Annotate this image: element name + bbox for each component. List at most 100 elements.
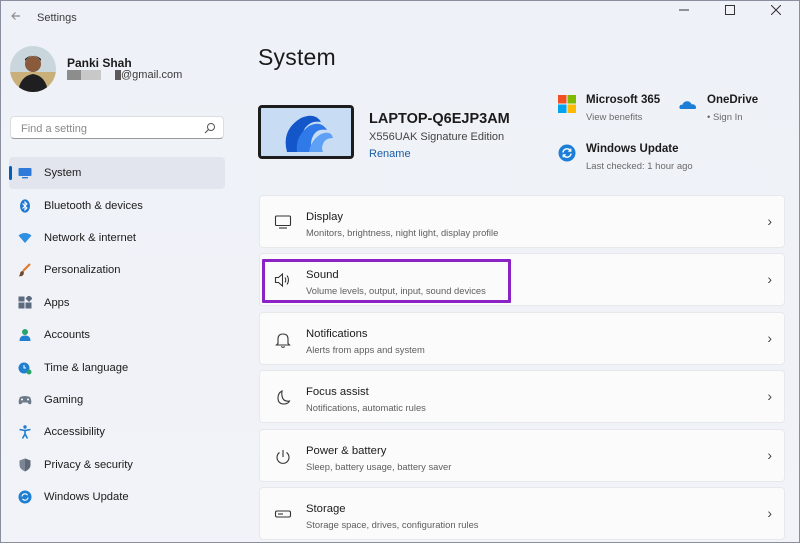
search-icon[interactable] [204, 121, 216, 134]
accessibility-icon [18, 425, 32, 440]
sidebar-item-label: Gaming [44, 393, 84, 406]
privacy-icon [18, 458, 32, 472]
card-title: Focus assist [306, 386, 369, 399]
windows-update-icon [558, 144, 576, 162]
system-icon [18, 166, 32, 180]
user-name: Panki Shah [67, 56, 132, 70]
onedrive-icon [679, 95, 697, 113]
quick-link-windows-update[interactable]: Windows Update Last checked: 1 hour ago [558, 143, 693, 172]
sidebar-item-time-language[interactable]: Time & language [9, 351, 225, 383]
card-subtitle: Monitors, brightness, night light, displ… [306, 227, 499, 238]
card-title: Sound [306, 269, 339, 282]
search-input[interactable] [19, 120, 203, 138]
quick-link-subtitle: • Sign In [707, 112, 743, 123]
email-domain: @gmail.com [121, 69, 183, 81]
apps-icon [18, 295, 32, 310]
bluetooth-icon [18, 198, 32, 213]
chevron-right-icon: › [767, 213, 772, 229]
sidebar-item-label: Time & language [44, 361, 129, 374]
card-power-battery[interactable]: Power & battery Sleep, battery usage, ba… [259, 428, 785, 482]
sidebar-item-label: Apps [44, 296, 70, 309]
search-box[interactable] [10, 116, 224, 139]
chevron-right-icon: › [767, 388, 772, 405]
card-notifications[interactable]: Notifications Alerts from apps and syste… [259, 311, 785, 365]
sidebar-item-label: Windows Update [44, 491, 129, 504]
sidebar-item-windows-update[interactable]: Windows Update [9, 481, 225, 513]
sidebar-item-label: Privacy & security [44, 458, 133, 471]
page-title: System [258, 44, 336, 70]
quick-link-title: OneDrive [707, 94, 759, 106]
rename-link[interactable]: Rename [369, 148, 411, 160]
gaming-icon [18, 393, 32, 407]
card-title: Notifications [306, 327, 368, 340]
display-icon [274, 214, 292, 232]
power-icon [274, 448, 292, 466]
sidebar-item-label: Personalization [44, 264, 121, 277]
sidebar-item-network[interactable]: Network & internet [9, 222, 225, 254]
storage-icon [274, 506, 292, 524]
card-title: Storage [306, 502, 346, 515]
sidebar-item-accessibility[interactable]: Accessibility [9, 416, 225, 448]
settings-card-list: Display Monitors, brightness, night ligh… [259, 195, 785, 542]
sidebar-item-label: Bluetooth & devices [44, 199, 143, 212]
email-redaction [81, 70, 101, 80]
sidebar-item-system[interactable]: System [9, 157, 225, 190]
active-indicator [9, 166, 12, 180]
sidebar-item-privacy[interactable]: Privacy & security [9, 449, 225, 481]
avatar[interactable] [10, 46, 56, 92]
chevron-right-icon: › [767, 446, 772, 463]
card-storage[interactable]: Storage Storage space, drives, configura… [259, 486, 785, 540]
sidebar-item-label: Network & internet [44, 231, 137, 244]
device-name: LAPTOP-Q6EJP3AM [369, 111, 510, 127]
minimize-button[interactable] [661, 1, 707, 23]
windows-update-icon [18, 490, 32, 504]
user-email: @gmail.com [67, 69, 182, 81]
time-language-icon [18, 361, 32, 375]
sidebar-item-gaming[interactable]: Gaming [9, 384, 225, 416]
sidebar-item-label: Accounts [44, 329, 91, 342]
microsoft-365-icon [558, 95, 576, 113]
device-model: X556UAK Signature Edition [369, 131, 505, 143]
card-subtitle: Volume levels, output, input, sound devi… [306, 285, 486, 297]
sidebar-item-accounts[interactable]: Accounts [9, 319, 225, 351]
card-title: Display [306, 211, 344, 223]
sidebar-item-label: System [44, 167, 82, 180]
window-title: Settings [37, 12, 77, 24]
quick-link-title: Windows Update [586, 143, 679, 155]
card-subtitle: Alerts from apps and system [306, 343, 425, 355]
chevron-right-icon: › [767, 329, 772, 346]
card-sound[interactable]: Sound Volume levels, output, input, soun… [259, 253, 785, 307]
sidebar-item-personalization[interactable]: Personalization [9, 254, 225, 286]
focus-assist-icon [274, 389, 292, 407]
network-icon [18, 231, 32, 245]
accounts-icon [18, 328, 32, 342]
card-subtitle: Notifications, automatic rules [306, 402, 426, 414]
card-subtitle: Sleep, battery usage, battery saver [306, 460, 452, 472]
quick-link-onedrive[interactable]: OneDrive • Sign In [679, 94, 758, 123]
card-subtitle: Storage space, drives, configuration rul… [306, 518, 479, 530]
card-title: Power & battery [306, 444, 387, 457]
device-wallpaper-thumbnail [258, 105, 354, 159]
sound-icon [274, 272, 292, 290]
email-redaction [101, 70, 115, 80]
quick-link-subtitle: Last checked: 1 hour ago [586, 161, 693, 172]
card-display[interactable]: Display Monitors, brightness, night ligh… [259, 195, 785, 248]
title-bar: Settings [1, 1, 799, 35]
quick-link-title: Microsoft 365 [586, 94, 661, 106]
sidebar-item-label: Accessibility [44, 426, 105, 439]
sidebar-item-apps[interactable]: Apps [9, 287, 225, 319]
notifications-icon [274, 331, 292, 349]
email-redaction [67, 70, 81, 80]
close-button[interactable] [753, 1, 799, 23]
back-arrow-icon[interactable] [7, 9, 25, 27]
quick-link-subtitle: View benefits [586, 112, 643, 123]
chevron-right-icon: › [767, 271, 772, 288]
personalization-icon [18, 263, 32, 277]
sidebar-nav: System Bluetooth & devices Network & int… [9, 157, 225, 513]
quick-link-microsoft-365[interactable]: Microsoft 365 View benefits [558, 94, 660, 123]
maximize-button[interactable] [707, 1, 753, 23]
sidebar-item-bluetooth[interactable]: Bluetooth & devices [9, 189, 225, 221]
card-focus-assist[interactable]: Focus assist Notifications, automatic ru… [259, 370, 785, 424]
settings-window: Settings Panki Shah @gmail.com Find a se… [0, 0, 800, 543]
chevron-right-icon: › [767, 504, 772, 521]
